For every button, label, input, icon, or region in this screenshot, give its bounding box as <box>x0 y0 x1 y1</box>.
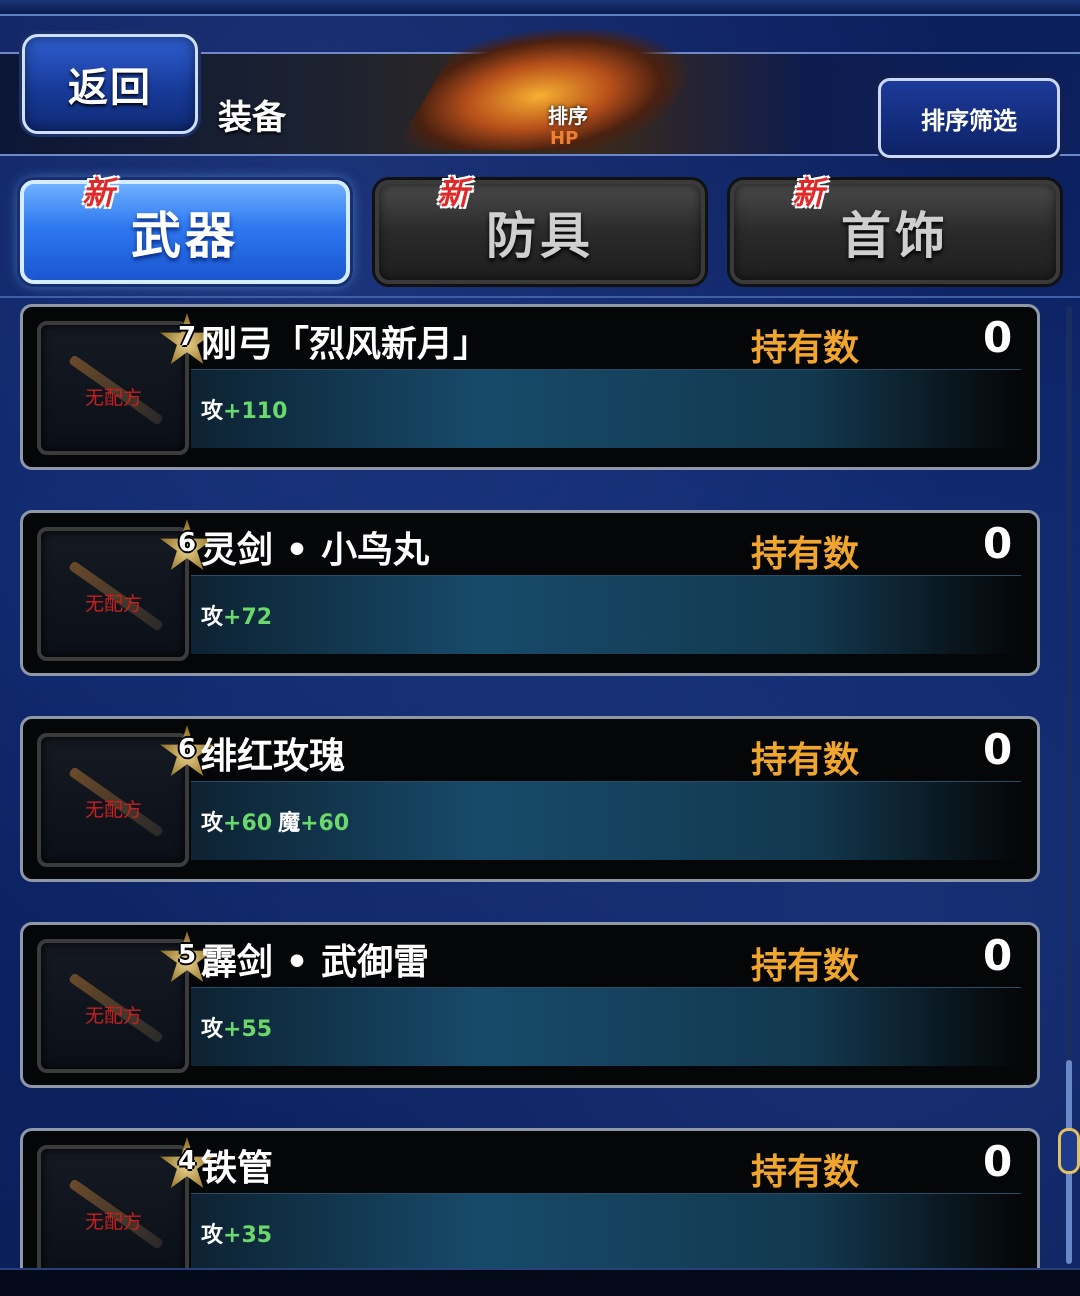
item-name: 刚弓「烈风新月」 <box>201 324 490 365</box>
stat-value: +55 <box>223 1017 273 1042</box>
stat-panel <box>191 369 1021 448</box>
item-stats: 攻+72 <box>201 599 278 631</box>
owned-label: 持有数 <box>751 740 860 781</box>
sort-filter-label: 排序筛选 <box>921 106 1017 135</box>
rarity-number: 6 <box>177 528 197 558</box>
item-icon-frame: 无配方 <box>37 1145 189 1268</box>
owned-label: 持有数 <box>751 534 860 575</box>
owned-count: 0 <box>983 1137 1013 1186</box>
no-recipe-label: 无配方 <box>85 799 143 821</box>
item-stats: 攻+35 <box>201 1217 278 1249</box>
tab-armor[interactable]: 新 防具 <box>375 174 705 284</box>
new-badge: 新 <box>82 174 115 212</box>
item-stats: 攻+60 魔+60 <box>201 805 355 837</box>
sort-badge: 排序 HP <box>395 30 715 150</box>
owned-label: 持有数 <box>751 946 860 987</box>
equipment-list-item[interactable]: 无配方 6 绯红玫瑰 持有数 0 攻+60 魔+60 <box>20 716 1040 882</box>
stat-panel <box>191 1193 1021 1268</box>
list-divider <box>0 296 1080 298</box>
tab-label: 武器 <box>131 207 239 265</box>
no-recipe-label: 无配方 <box>85 1005 143 1027</box>
scrollbar-thumb[interactable] <box>1058 1128 1080 1174</box>
new-badge: 新 <box>792 174 825 212</box>
stat-value: +35 <box>223 1223 273 1248</box>
bottom-bar <box>0 1268 1080 1296</box>
tab-label: 防具 <box>486 207 594 265</box>
owned-count: 0 <box>983 931 1013 980</box>
item-stats: 攻+110 <box>201 393 293 425</box>
stat-key: 魔 <box>278 811 301 836</box>
item-stats: 攻+55 <box>201 1011 278 1043</box>
no-recipe-label: 无配方 <box>85 387 143 409</box>
equipment-list-item[interactable]: 无配方 5 霹剑 • 武御雷 持有数 0 攻+55 <box>20 922 1040 1088</box>
item-name: 霹剑 • 武御雷 <box>201 942 430 983</box>
stat-key: 攻 <box>201 1017 224 1042</box>
item-icon-frame: 无配方 <box>37 733 189 867</box>
owned-count: 0 <box>983 313 1013 362</box>
owned-count: 0 <box>983 725 1013 774</box>
rarity-number: 4 <box>177 1146 197 1176</box>
sort-badge-key: HP <box>550 128 579 149</box>
rarity-number: 7 <box>177 322 197 352</box>
owned-count: 0 <box>983 519 1013 568</box>
item-name: 绯红玫瑰 <box>201 736 346 777</box>
page-title: 装备 <box>218 98 286 138</box>
tab-weapons[interactable]: 新 武器 <box>20 174 350 284</box>
stat-value: +72 <box>223 605 273 630</box>
item-icon-frame: 无配方 <box>37 321 189 455</box>
item-name: 铁管 <box>201 1148 274 1189</box>
owned-label: 持有数 <box>751 1152 860 1193</box>
new-badge: 新 <box>437 174 470 212</box>
rarity-number: 6 <box>177 734 197 764</box>
owned-label: 持有数 <box>751 328 860 369</box>
top-strip <box>0 0 1080 16</box>
stat-panel <box>191 987 1021 1066</box>
sort-badge-label: 排序 <box>548 104 588 128</box>
equipment-list-item[interactable]: 无配方 7 刚弓「烈风新月」 持有数 0 攻+110 <box>20 304 1040 470</box>
stat-value: +60 <box>223 811 273 836</box>
stat-key: 攻 <box>201 399 224 424</box>
back-button[interactable]: 返回 <box>22 34 198 134</box>
item-icon-frame: 无配方 <box>37 939 189 1073</box>
rarity-number: 5 <box>177 940 197 970</box>
back-button-label: 返回 <box>68 65 152 111</box>
stat-value: +110 <box>223 399 288 424</box>
no-recipe-label: 无配方 <box>85 1211 143 1233</box>
sort-filter-button[interactable]: 排序筛选 <box>878 78 1060 158</box>
item-name: 灵剑 • 小鸟丸 <box>201 530 430 571</box>
equipment-list-item[interactable]: 无配方 4 铁管 持有数 0 攻+35 <box>20 1128 1040 1268</box>
stat-panel <box>191 575 1021 654</box>
stat-value: +60 <box>300 811 350 836</box>
no-recipe-label: 无配方 <box>85 593 143 615</box>
tab-accessories[interactable]: 新 首饰 <box>730 174 1060 284</box>
item-icon-frame: 无配方 <box>37 527 189 661</box>
stat-key: 攻 <box>201 605 224 630</box>
stat-key: 攻 <box>201 811 224 836</box>
tab-label: 首饰 <box>841 207 949 265</box>
equipment-list-item[interactable]: 无配方 6 灵剑 • 小鸟丸 持有数 0 攻+72 <box>20 510 1040 676</box>
stat-key: 攻 <box>201 1223 224 1248</box>
